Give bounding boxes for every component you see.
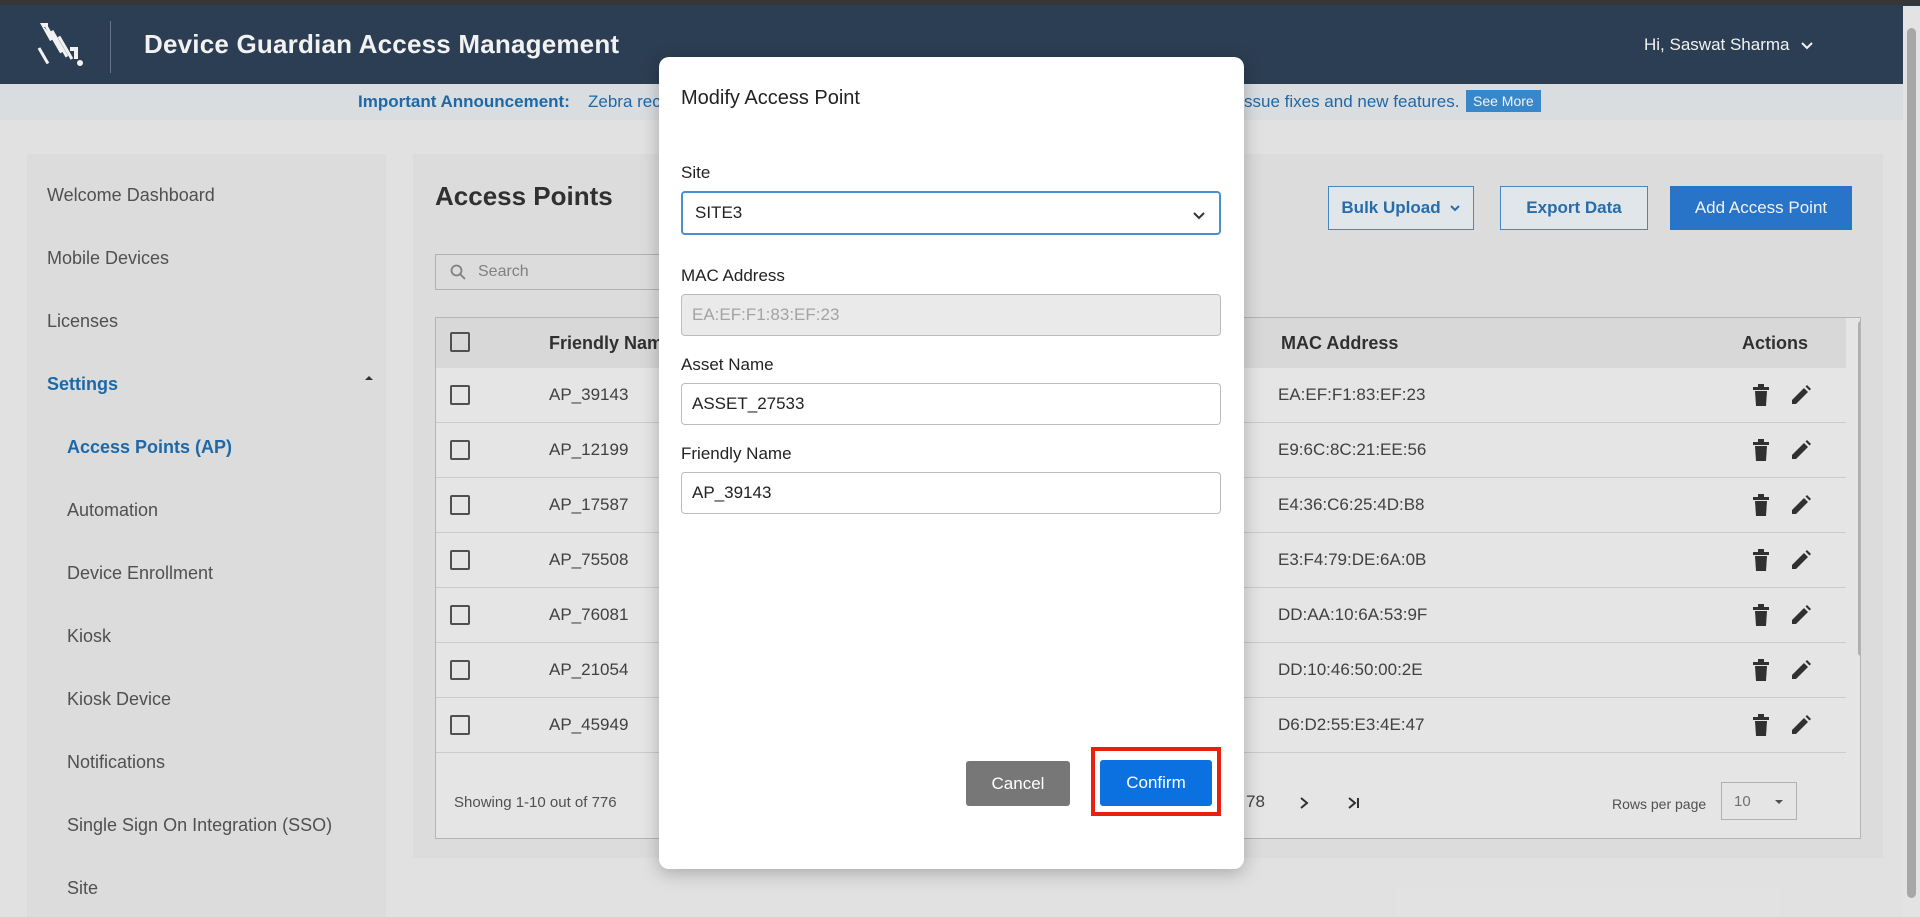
site-select[interactable]: SITE3 xyxy=(681,191,1221,235)
friendly-name-label: Friendly Name xyxy=(681,444,792,463)
mac-address-field: EA:EF:F1:83:EF:23 xyxy=(681,294,1221,336)
site-selected-value: SITE3 xyxy=(695,203,743,222)
asset-name-field[interactable]: ASSET_27533 xyxy=(681,383,1221,425)
cancel-button[interactable]: Cancel xyxy=(966,761,1070,806)
confirm-button[interactable]: Confirm xyxy=(1100,760,1212,806)
modify-access-point-dialog: Modify Access Point Site SITE3 MAC Addre… xyxy=(659,57,1244,869)
chevron-down-icon xyxy=(1193,212,1205,220)
dialog-title: Modify Access Point xyxy=(681,87,860,109)
asset-name-label: Asset Name xyxy=(681,355,774,374)
friendly-name-field[interactable]: AP_39143 xyxy=(681,472,1221,514)
mac-address-label: MAC Address xyxy=(681,266,785,285)
site-label: Site xyxy=(681,163,711,182)
